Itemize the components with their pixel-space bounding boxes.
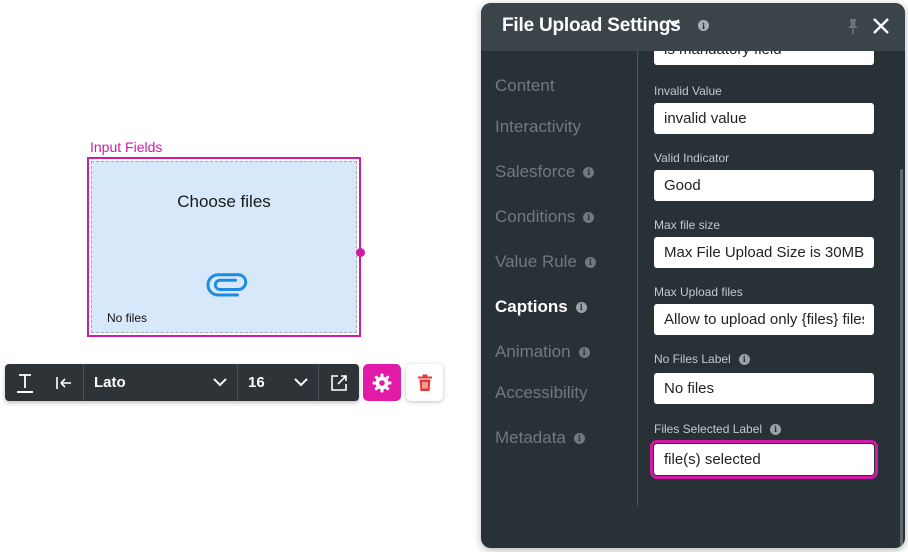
paperclip-icon <box>206 273 248 297</box>
delete-button[interactable] <box>406 364 443 401</box>
field-label-text: Invalid Value <box>654 84 722 98</box>
info-icon: i <box>584 256 596 268</box>
invalid-value-label: Invalid Value <box>654 84 722 98</box>
gear-icon <box>372 373 392 392</box>
nav-item-salesforce[interactable]: Salesforce i <box>495 162 595 182</box>
settings-button[interactable] <box>363 364 401 401</box>
info-icon: i <box>573 432 585 444</box>
scrollbar[interactable] <box>900 169 903 548</box>
open-external-button[interactable] <box>319 364 359 401</box>
nav-item-label: Captions <box>495 297 568 316</box>
file-upload-dropzone[interactable]: Choose files No files <box>91 161 357 333</box>
files-selected-label: Files Selected Label i <box>654 422 782 436</box>
text-toolbar: Lato 16 <box>5 364 359 401</box>
panel-title[interactable]: File Upload Settings <box>502 15 681 37</box>
valid-indicator-label: Valid Indicator <box>654 151 729 165</box>
nav-item-accessibility[interactable]: Accessibility <box>495 383 588 403</box>
nav-item-value-rule[interactable]: Value Rule i <box>495 252 596 272</box>
field-label-text: Files Selected Label <box>654 422 763 436</box>
choose-files-text: Choose files <box>177 192 271 211</box>
no-files-text: No files <box>107 311 148 325</box>
invalid-value-input[interactable] <box>654 103 874 134</box>
close-icon[interactable] <box>871 16 891 36</box>
text-style-button[interactable] <box>5 364 45 401</box>
nav-item-conditions[interactable]: Conditions i <box>495 207 595 227</box>
nav-item-label: Conditions <box>495 207 576 226</box>
nav-item-animation[interactable]: Animation i <box>495 342 590 362</box>
font-family-select[interactable]: Lato <box>84 364 237 401</box>
nav-item-label: Interactivity <box>495 117 581 136</box>
nav-item-label: Value Rule <box>495 252 577 271</box>
file-upload-widget[interactable]: Choose files No files <box>87 157 361 337</box>
settings-nav: Content Interactivity Salesforce i Condi… <box>481 51 637 548</box>
no-files-label-input[interactable] <box>654 373 874 404</box>
font-family-value: Lato <box>94 374 126 391</box>
nav-item-interactivity[interactable]: Interactivity <box>495 117 581 137</box>
chevron-down-icon <box>213 378 227 387</box>
info-icon: i <box>578 346 590 358</box>
nav-item-label: Accessibility <box>495 383 588 402</box>
nav-item-captions[interactable]: Captions i <box>495 297 587 317</box>
field-label-text: No Files Label <box>654 352 731 366</box>
max-file-size-label: Max file size <box>654 218 720 232</box>
files-selected-label-input[interactable] <box>650 440 878 479</box>
panel-header: File Upload Settings i <box>481 3 905 51</box>
nav-item-label: Content <box>495 76 555 95</box>
max-file-size-input[interactable] <box>654 237 874 268</box>
trash-icon <box>417 374 432 391</box>
nav-item-label: Salesforce <box>495 162 576 181</box>
mandatory-field-input[interactable] <box>654 51 874 65</box>
chevron-down-icon <box>294 378 308 387</box>
max-upload-files-input[interactable] <box>654 304 874 335</box>
info-icon[interactable]: i <box>698 20 709 31</box>
valid-indicator-input[interactable] <box>654 170 874 201</box>
info-icon: i <box>575 301 587 313</box>
font-size-select[interactable]: 16 <box>238 364 318 401</box>
field-label-text: Max file size <box>654 218 721 232</box>
info-icon[interactable]: i <box>738 353 750 365</box>
text-indent-button[interactable] <box>45 364 83 401</box>
settings-panel: File Upload Settings i Content Interacti… <box>481 3 905 548</box>
info-icon: i <box>583 166 595 178</box>
info-icon[interactable]: i <box>770 423 782 435</box>
field-label-text: Max Upload files <box>654 285 743 299</box>
info-icon: i <box>583 211 595 223</box>
pin-icon[interactable] <box>845 17 861 35</box>
nav-item-content[interactable]: Content <box>495 76 555 96</box>
resize-handle[interactable] <box>356 248 365 257</box>
nav-item-label: Animation <box>495 342 571 361</box>
chevron-down-icon[interactable] <box>668 19 680 27</box>
widget-label: Input Fields <box>90 139 163 155</box>
nav-item-label: Metadata <box>495 428 566 447</box>
max-upload-files-label: Max Upload files <box>654 285 743 299</box>
field-label-text: Valid Indicator <box>654 151 730 165</box>
align-left-icon <box>56 376 71 389</box>
no-files-label: No Files Label i <box>654 352 750 366</box>
captions-content: Invalid Value Valid Indicator Max file s… <box>638 51 905 548</box>
nav-item-metadata[interactable]: Metadata i <box>495 428 585 448</box>
font-size-value: 16 <box>248 374 265 391</box>
external-link-icon <box>331 374 347 391</box>
text-color-icon <box>17 373 33 393</box>
